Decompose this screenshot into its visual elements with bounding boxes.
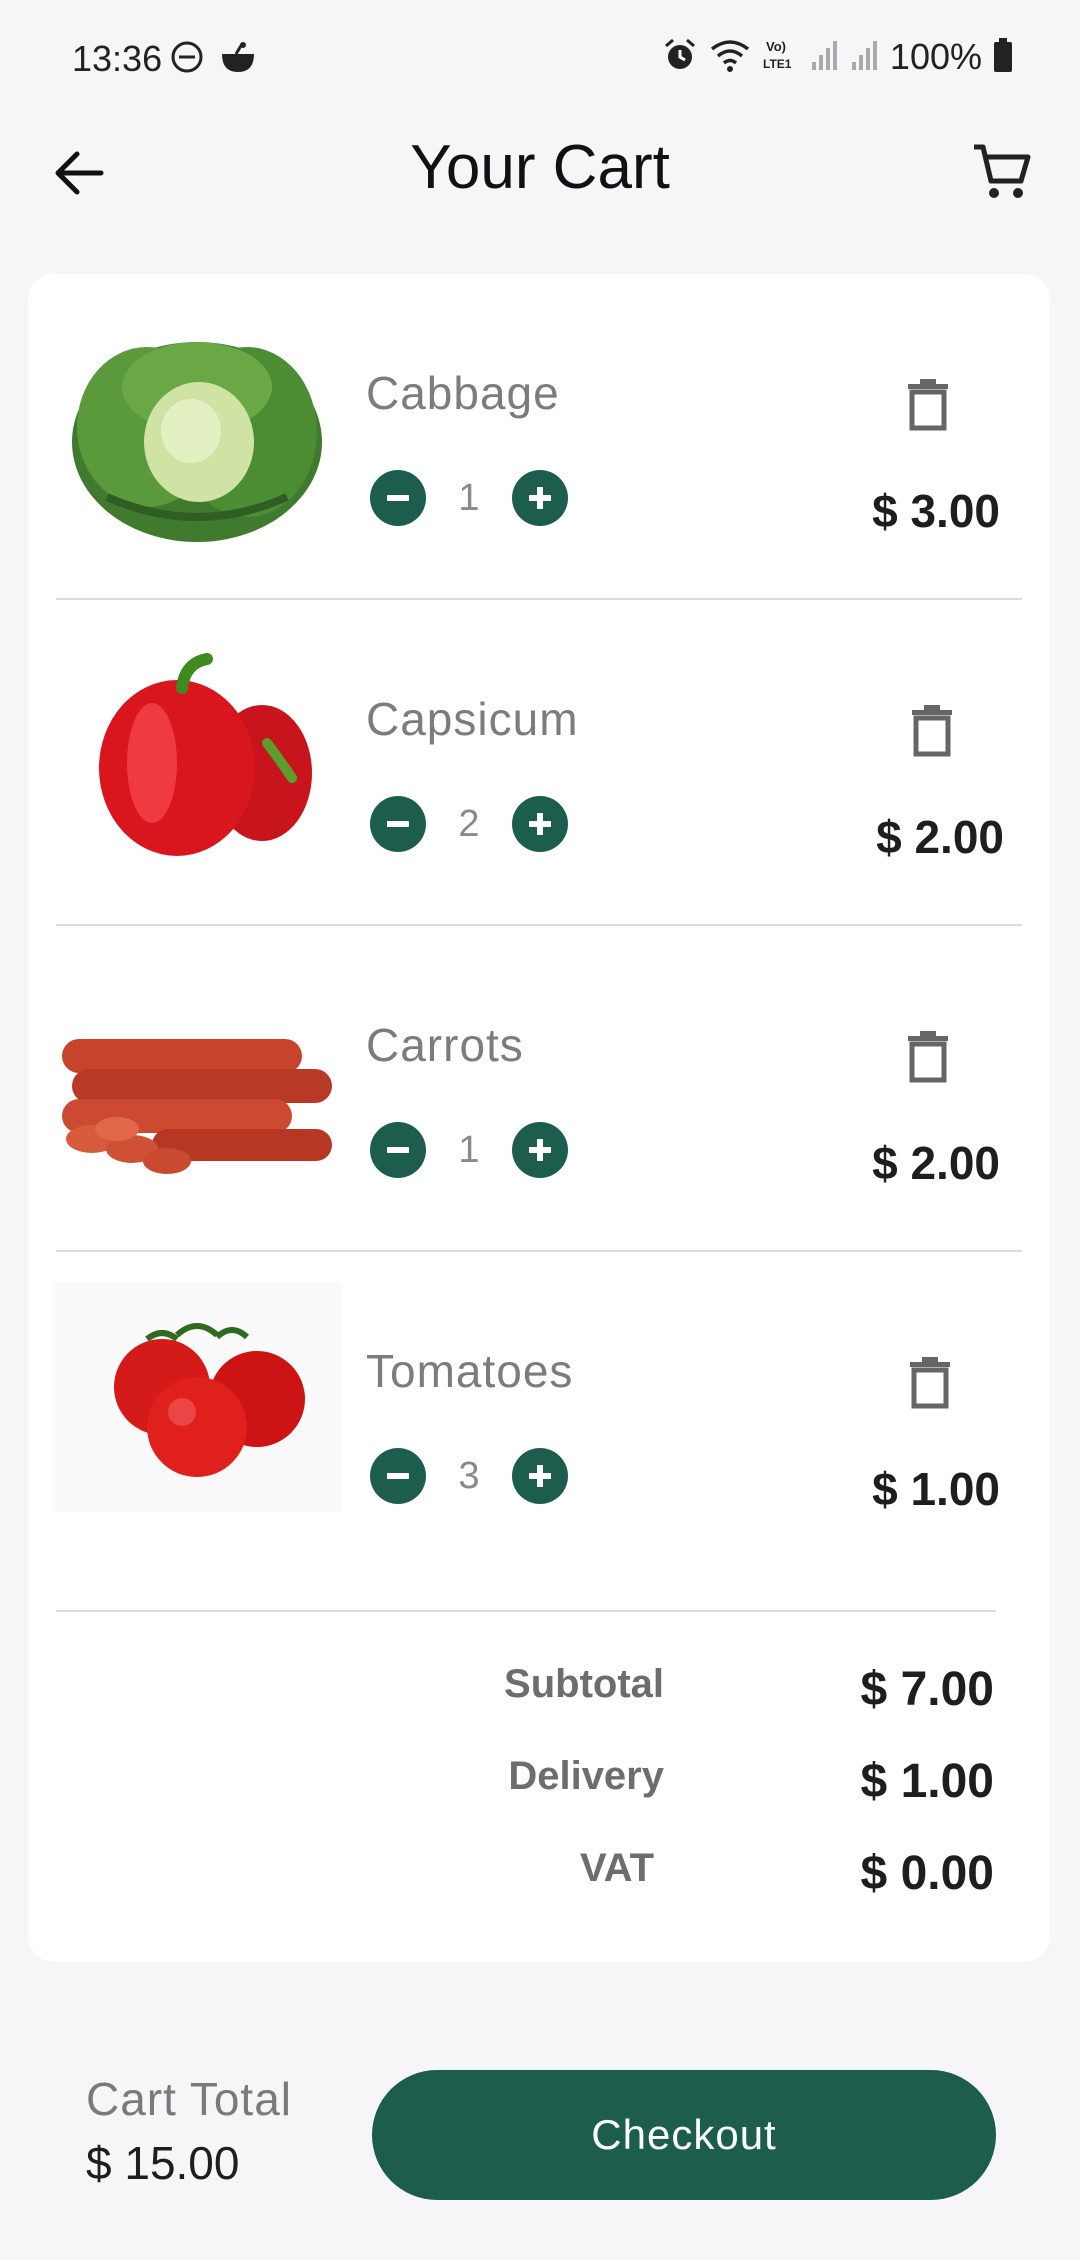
quantity-stepper: 2 <box>370 796 568 852</box>
minus-icon <box>387 495 409 501</box>
status-time: 13:36 <box>72 38 163 79</box>
minus-icon <box>387 821 409 827</box>
trash-icon <box>908 379 948 431</box>
cart-total-value: $ 15.00 <box>86 2137 240 2189</box>
item-price: $ 2.00 <box>876 811 1004 863</box>
subtotal-label: Subtotal <box>504 1662 664 1706</box>
quantity-stepper: 1 <box>370 1122 568 1178</box>
cart-button[interactable] <box>962 132 1042 212</box>
increase-quantity-button[interactable] <box>512 1122 568 1178</box>
item-name: Capsicum <box>366 693 579 745</box>
quantity-value: 3 <box>458 1454 480 1497</box>
app-notification-icon <box>218 40 258 79</box>
vat-row: VAT $ 0.00 <box>374 1846 994 1916</box>
quantity-value: 2 <box>458 802 480 845</box>
item-price: $ 2.00 <box>872 1137 1000 1189</box>
trash-icon <box>908 1031 948 1083</box>
trash-icon <box>910 1357 950 1409</box>
totals-divider <box>56 1610 996 1612</box>
volte-icon: Vo) LTE1 <box>762 37 800 78</box>
trash-icon <box>912 705 952 757</box>
item-name: Cabbage <box>366 367 560 419</box>
cart-item: Tomatoes 3 $ 1.00 <box>28 1252 1050 1610</box>
svg-text:Vo): Vo) <box>766 39 786 54</box>
increase-quantity-button[interactable] <box>512 470 568 526</box>
cart-total-label: Cart Total <box>86 2073 293 2125</box>
item-price: $ 3.00 <box>872 485 1000 537</box>
carrots-image <box>52 974 342 1204</box>
signal-icon <box>810 38 840 77</box>
cart-item: Capsicum 2 $ 2.00 <box>28 600 1050 926</box>
minus-icon <box>387 1147 409 1153</box>
cart-items-card: Cabbage 1 $ 3.00 Capsicum 2 $ 2.00 Carro… <box>28 274 1050 1962</box>
delete-item-button[interactable] <box>900 1350 960 1416</box>
item-name: Tomatoes <box>366 1345 574 1397</box>
tomatoes-image <box>52 1282 342 1512</box>
battery-icon <box>992 37 1014 78</box>
plus-icon <box>529 1465 551 1487</box>
quantity-stepper: 3 <box>370 1448 568 1504</box>
vat-value: $ 0.00 <box>860 1847 994 1900</box>
app-header: Your Cart <box>0 120 1080 220</box>
delivery-label: Delivery <box>508 1754 664 1798</box>
increase-quantity-button[interactable] <box>512 1448 568 1504</box>
delivery-row: Delivery $ 1.00 <box>374 1754 994 1824</box>
checkout-button[interactable]: Checkout <box>372 2070 996 2200</box>
quantity-value: 1 <box>458 476 480 519</box>
delete-item-button[interactable] <box>902 698 962 764</box>
delivery-value: $ 1.00 <box>860 1755 994 1808</box>
alarm-icon <box>662 37 698 78</box>
decrease-quantity-button[interactable] <box>370 470 426 526</box>
delete-item-button[interactable] <box>898 1024 958 1090</box>
item-price: $ 1.00 <box>872 1463 1000 1515</box>
plus-icon <box>529 1139 551 1161</box>
cart-item: Carrots 1 $ 2.00 <box>28 926 1050 1252</box>
battery-percent: 100% <box>889 36 982 77</box>
delete-item-button[interactable] <box>898 372 958 438</box>
item-name: Carrots <box>366 1019 524 1071</box>
plus-icon <box>529 813 551 835</box>
increase-quantity-button[interactable] <box>512 796 568 852</box>
cart-icon <box>974 144 1031 198</box>
decrease-quantity-button[interactable] <box>370 1122 426 1178</box>
page-title: Your Cart <box>410 133 670 202</box>
decrease-quantity-button[interactable] <box>370 1448 426 1504</box>
subtotal-value: $ 7.00 <box>860 1663 994 1716</box>
quantity-stepper: 1 <box>370 470 568 526</box>
wifi-icon <box>708 37 752 78</box>
cabbage-image <box>52 322 342 552</box>
capsicum-image <box>52 648 342 878</box>
decrease-quantity-button[interactable] <box>370 796 426 852</box>
plus-icon <box>529 487 551 509</box>
do-not-disturb-icon <box>170 40 204 79</box>
cart-item: Cabbage 1 $ 3.00 <box>28 274 1050 600</box>
subtotal-row: Subtotal $ 7.00 <box>374 1662 994 1732</box>
signal-icon <box>850 38 880 77</box>
vat-label: VAT <box>579 1846 654 1890</box>
minus-icon <box>387 1473 409 1479</box>
svg-text:LTE1: LTE1 <box>763 57 792 71</box>
status-bar: 13:36 Vo) LTE1 100% <box>0 0 1080 120</box>
checkout-bar: Cart Total $ 15.00 Checkout <box>0 2030 1080 2230</box>
quantity-value: 1 <box>458 1128 480 1171</box>
